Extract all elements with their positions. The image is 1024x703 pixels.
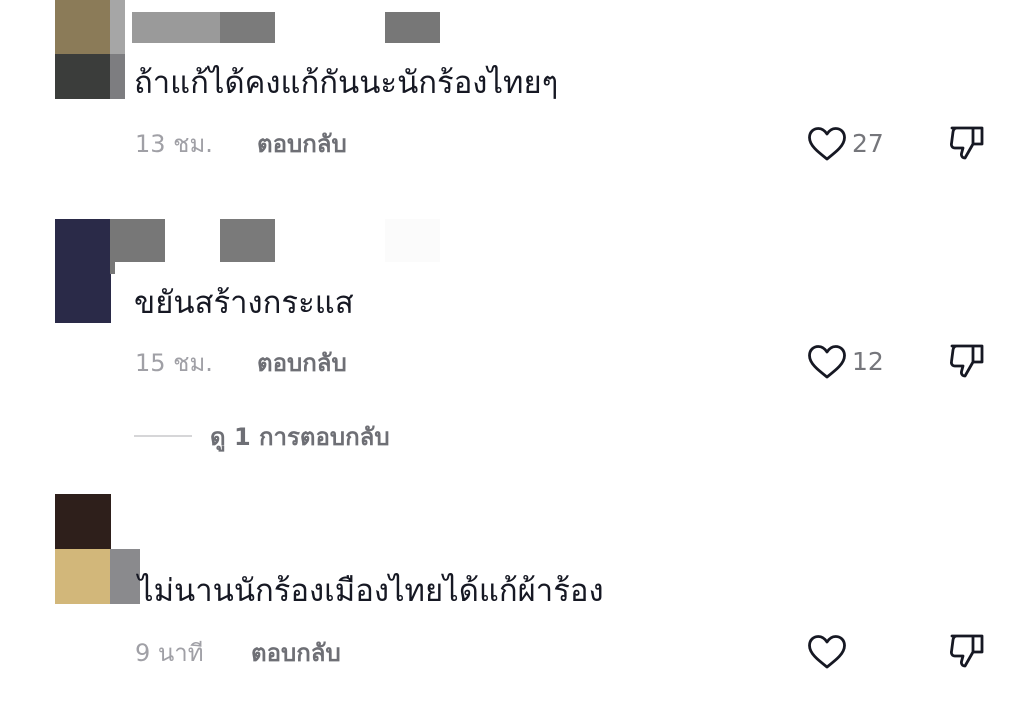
heart-outline-icon — [808, 127, 846, 161]
heart-outline-icon — [808, 635, 846, 669]
view-replies-button[interactable]: ดู 1 การตอบกลับ — [134, 420, 390, 452]
thumbs-down-outline-icon — [950, 126, 984, 160]
username-redacted[interactable] — [110, 219, 440, 279]
dislike-button[interactable] — [947, 342, 987, 382]
thumbs-down-outline-icon — [950, 634, 984, 668]
like-button[interactable] — [806, 633, 848, 671]
view-replies-label: ดู 1 การตอบกลับ — [210, 422, 390, 451]
heart-outline-icon — [808, 345, 846, 379]
username-redacted[interactable] — [110, 549, 140, 604]
reply-button[interactable]: ตอบกลับ — [257, 348, 347, 378]
like-count: 12 — [852, 347, 884, 376]
like-button[interactable] — [806, 343, 848, 381]
reply-button[interactable]: ตอบกลับ — [251, 638, 341, 668]
dislike-button[interactable] — [947, 124, 987, 164]
comment-text: ไม่นานนักร้องเมืองไทยได้แก้ผ้าร้อง — [138, 573, 604, 609]
comment-time: 15 ชม. — [135, 349, 213, 377]
thumbs-down-outline-icon — [950, 344, 984, 378]
avatar[interactable] — [55, 494, 111, 604]
like-count: 27 — [852, 129, 884, 158]
comment-text: ถ้าแก้ได้คงแก้กันนะนักร้องไทยๆ — [134, 65, 559, 101]
comment-text: ขยันสร้างกระแส — [134, 285, 354, 321]
avatar[interactable] — [55, 0, 111, 99]
divider-line — [134, 435, 192, 437]
dislike-button[interactable] — [947, 632, 987, 672]
comment-time: 13 ชม. — [135, 130, 213, 158]
like-button[interactable] — [806, 125, 848, 163]
avatar[interactable] — [55, 219, 111, 323]
comment-time: 9 นาที — [135, 639, 204, 667]
reply-button[interactable]: ตอบกลับ — [257, 129, 347, 159]
